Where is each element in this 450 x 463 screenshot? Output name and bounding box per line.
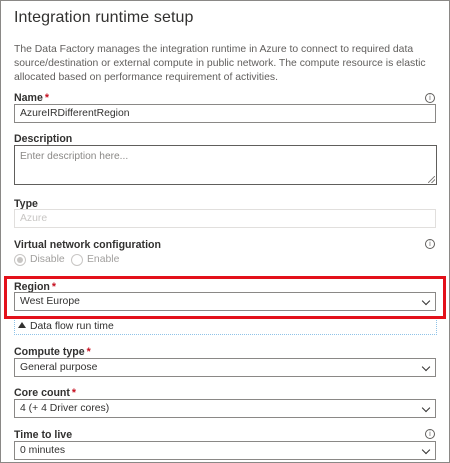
core-count-label: Core count * xyxy=(14,387,77,399)
panel-title: Integration runtime setup xyxy=(14,9,194,26)
radio-selected-icon xyxy=(14,254,26,266)
vnet-label: Virtual network configuration xyxy=(14,239,161,251)
radio-unselected-icon xyxy=(71,254,83,266)
compute-type-value: General purpose xyxy=(20,362,98,373)
info-icon[interactable]: i xyxy=(425,239,435,249)
triangle-up-icon xyxy=(18,322,26,328)
name-input[interactable]: AzureIRDifferentRegion xyxy=(14,104,436,123)
info-icon[interactable]: i xyxy=(425,429,435,439)
resize-grip-icon[interactable] xyxy=(428,176,435,183)
chevron-down-icon xyxy=(421,362,431,372)
highlight-box xyxy=(4,276,446,319)
core-count-select[interactable]: 4 (+ 4 Driver cores) xyxy=(14,399,436,418)
vnet-enable-radio[interactable]: Enable xyxy=(71,253,119,267)
compute-type-label: Compute type * xyxy=(14,346,91,358)
info-icon[interactable]: i xyxy=(425,93,435,103)
compute-type-select[interactable]: General purpose xyxy=(14,358,436,377)
name-label: Name * xyxy=(14,92,49,104)
dataflow-toggle[interactable]: Data flow run time xyxy=(18,321,114,333)
description-textarea[interactable]: Enter description here... xyxy=(14,145,437,185)
panel-description: The Data Factory manages the integration… xyxy=(14,44,426,83)
vnet-disable-radio[interactable]: Disable xyxy=(14,253,65,267)
description-placeholder: Enter description here... xyxy=(20,151,129,162)
ttl-value: 0 minutes xyxy=(20,445,66,456)
ttl-select[interactable]: 0 minutes xyxy=(14,441,436,460)
ttl-label: Time to live xyxy=(14,429,73,441)
type-input: Azure xyxy=(14,209,436,228)
core-count-value: 4 (+ 4 Driver cores) xyxy=(20,403,110,414)
chevron-down-icon xyxy=(421,403,431,413)
chevron-down-icon xyxy=(421,445,431,455)
description-label: Description xyxy=(14,133,73,145)
